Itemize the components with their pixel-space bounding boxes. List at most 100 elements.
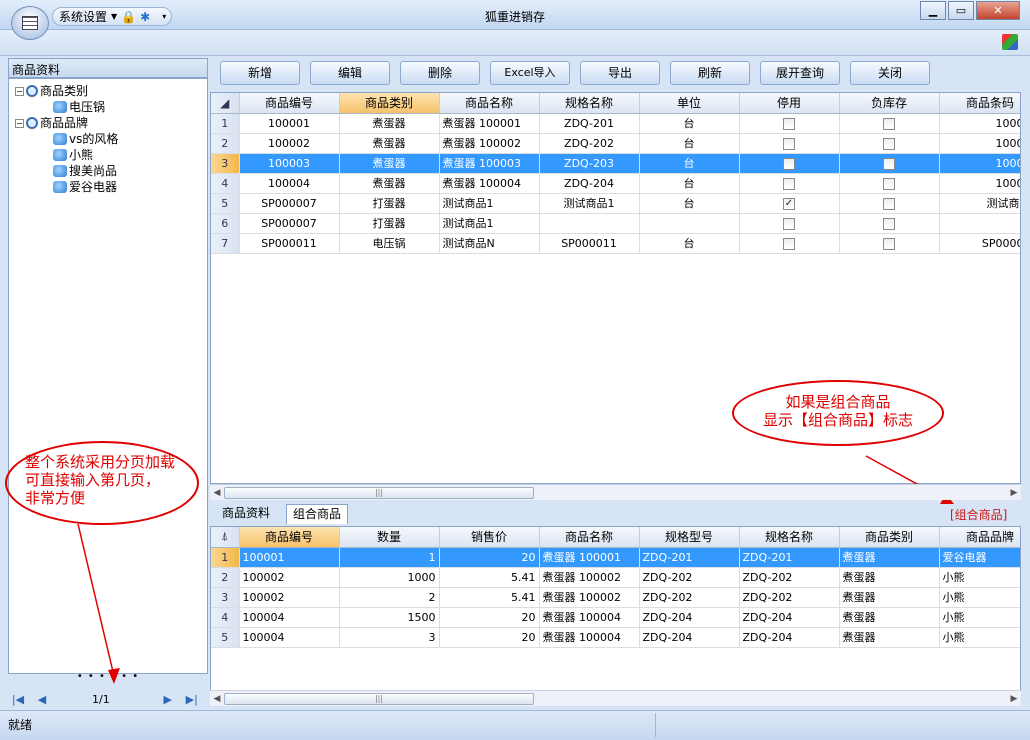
- cell-code[interactable]: 100004: [239, 627, 340, 648]
- cell-cat[interactable]: 煮蛋器: [839, 627, 940, 648]
- cell-name[interactable]: 煮蛋器 100004: [439, 173, 540, 194]
- cell-spec[interactable]: ZDQ-201: [739, 547, 840, 568]
- table-row[interactable]: 1 100001 1 20 煮蛋器 100001 ZDQ-201 ZDQ-201 煮蛋器 爱谷电…: [211, 547, 1020, 568]
- row-number[interactable]: 3: [211, 587, 240, 608]
- cell-spec[interactable]: ZDQ-202: [739, 567, 840, 588]
- cell-name[interactable]: 煮蛋器 100004: [539, 607, 640, 628]
- disabled-checkbox-cell[interactable]: [739, 213, 840, 234]
- table-row[interactable]: 4100004煮蛋器煮蛋器 100004ZDQ-204台100004: [211, 173, 1020, 194]
- cell-price[interactable]: 5.41: [439, 587, 540, 608]
- cell-name[interactable]: 测试商品1: [439, 193, 540, 214]
- cell-cat[interactable]: 煮蛋器: [339, 133, 440, 154]
- column-header[interactable]: 数量: [339, 527, 440, 548]
- row-number[interactable]: 2: [211, 567, 240, 588]
- cell-name[interactable]: 煮蛋器 100004: [539, 627, 640, 648]
- edit-button[interactable]: 编辑: [310, 61, 390, 85]
- column-header[interactable]: 商品编号: [239, 527, 340, 548]
- collapse-icon[interactable]: −: [15, 86, 24, 96]
- cell-barcode[interactable]: 测试商品1: [939, 193, 1020, 214]
- checkbox[interactable]: [883, 137, 895, 150]
- disabled-checkbox-cell[interactable]: [739, 173, 840, 194]
- disabled-checkbox-cell[interactable]: [739, 153, 840, 174]
- cell-unit[interactable]: 台: [639, 233, 740, 254]
- checkbox[interactable]: [883, 177, 895, 190]
- cell-unit[interactable]: [639, 213, 740, 234]
- scroll-right-icon[interactable]: ▶: [1007, 692, 1021, 706]
- cell-cat[interactable]: 煮蛋器: [339, 153, 440, 174]
- combo-grid[interactable]: ⍋ 商品编号 数量 销售价 商品名称 规格型号 规格名称 商品类别 商品品牌 1 100001 1 2…: [210, 526, 1021, 706]
- checkbox[interactable]: [783, 117, 795, 130]
- tree-node-item[interactable]: 爱谷电器: [53, 179, 117, 195]
- cell-spec[interactable]: ZDQ-204: [539, 173, 640, 194]
- tree-node-categories[interactable]: − 商品类别: [15, 83, 88, 99]
- disabled-checkbox-cell[interactable]: [739, 133, 840, 154]
- cell-model[interactable]: ZDQ-204: [639, 607, 740, 628]
- cell-code[interactable]: SP000007: [239, 193, 340, 214]
- cell-model[interactable]: ZDQ-204: [639, 627, 740, 648]
- cell-barcode[interactable]: [939, 213, 1020, 234]
- cell-spec[interactable]: 测试商品1: [539, 193, 640, 214]
- cell-qty[interactable]: 1000: [339, 567, 440, 588]
- column-header[interactable]: 商品编号: [239, 93, 340, 114]
- cell-cat[interactable]: 打蛋器: [339, 193, 440, 214]
- cell-barcode[interactable]: 100002: [939, 133, 1020, 154]
- row-number[interactable]: 1: [211, 113, 240, 134]
- close-window-button[interactable]: ✕: [976, 1, 1020, 20]
- cell-price[interactable]: 20: [439, 547, 540, 568]
- tree-node-item[interactable]: vs的风格: [53, 131, 118, 147]
- table-row[interactable]: 3 100002 2 5.41 煮蛋器 100002 ZDQ-202 ZDQ-202 煮蛋器小…: [211, 587, 1020, 608]
- cell-code[interactable]: 100003: [239, 153, 340, 174]
- column-header[interactable]: 停用: [739, 93, 840, 114]
- cell-brand[interactable]: 小熊: [939, 587, 1020, 608]
- cell-name[interactable]: 煮蛋器 100003: [439, 153, 540, 174]
- cell-code[interactable]: SP000011: [239, 233, 340, 254]
- cell-code[interactable]: 100002: [239, 587, 340, 608]
- cell-qty[interactable]: 1500: [339, 607, 440, 628]
- checkbox[interactable]: [783, 137, 795, 150]
- maximize-button[interactable]: ▭: [948, 1, 974, 20]
- column-header[interactable]: 规格型号: [639, 527, 740, 548]
- column-header[interactable]: 单位: [639, 93, 740, 114]
- row-number[interactable]: 4: [211, 173, 240, 194]
- table-row[interactable]: 4 100004 1500 20 煮蛋器 100004 ZDQ-204 ZDQ-204 煮蛋器…: [211, 607, 1020, 628]
- cell-price[interactable]: 5.41: [439, 567, 540, 588]
- cell-name[interactable]: 煮蛋器 100002: [439, 133, 540, 154]
- cell-spec[interactable]: ZDQ-202: [539, 133, 640, 154]
- row-number[interactable]: 3: [211, 153, 240, 174]
- prev-page-icon[interactable]: ◀: [34, 691, 50, 707]
- negative-stock-checkbox-cell[interactable]: [839, 193, 940, 214]
- scroll-left-icon[interactable]: ◀: [210, 486, 224, 500]
- cell-cat[interactable]: 电压锅: [339, 233, 440, 254]
- negative-stock-checkbox-cell[interactable]: [839, 233, 940, 254]
- cell-cat[interactable]: 煮蛋器: [839, 567, 940, 588]
- row-number[interactable]: 1: [211, 547, 240, 568]
- cell-spec[interactable]: ZDQ-201: [539, 113, 640, 134]
- cell-code[interactable]: SP000007: [239, 213, 340, 234]
- add-button[interactable]: 新增: [220, 61, 300, 85]
- row-header-corner[interactable]: ⍋: [211, 527, 240, 548]
- app-menu-button[interactable]: [11, 6, 49, 40]
- column-header[interactable]: 商品类别: [339, 93, 440, 114]
- cell-name[interactable]: 煮蛋器 100002: [539, 587, 640, 608]
- cell-name[interactable]: 煮蛋器 100002: [539, 567, 640, 588]
- cell-model[interactable]: ZDQ-202: [639, 567, 740, 588]
- table-row[interactable]: 1100001煮蛋器煮蛋器 100001ZDQ-201台100001: [211, 113, 1020, 134]
- users-icon[interactable]: [1002, 34, 1018, 50]
- table-row[interactable]: 5SP000007打蛋器测试商品1测试商品1台✓测试商品1: [211, 193, 1020, 214]
- cell-barcode[interactable]: 100001: [939, 113, 1020, 134]
- cell-barcode[interactable]: SP000011: [939, 233, 1020, 254]
- table-row[interactable]: 5 100004 3 20 煮蛋器 100004 ZDQ-204 ZDQ-204 煮蛋器 小熊: [211, 627, 1020, 648]
- export-button[interactable]: 导出: [580, 61, 660, 85]
- row-number[interactable]: 2: [211, 133, 240, 154]
- cell-brand[interactable]: 小熊: [939, 567, 1020, 588]
- checkbox[interactable]: [783, 217, 795, 230]
- cell-unit[interactable]: 台: [639, 153, 740, 174]
- disabled-checkbox-cell[interactable]: [739, 113, 840, 134]
- cell-cat[interactable]: 煮蛋器: [839, 587, 940, 608]
- cell-code[interactable]: 100004: [239, 173, 340, 194]
- table-row[interactable]: 7SP000011电压锅测试商品NSP000011台SP000011: [211, 233, 1020, 254]
- negative-stock-checkbox-cell[interactable]: [839, 113, 940, 134]
- table-row[interactable]: 2100002煮蛋器煮蛋器 100002ZDQ-202台100002: [211, 133, 1020, 154]
- checkbox[interactable]: [883, 237, 895, 250]
- column-header[interactable]: 商品名称: [439, 93, 540, 114]
